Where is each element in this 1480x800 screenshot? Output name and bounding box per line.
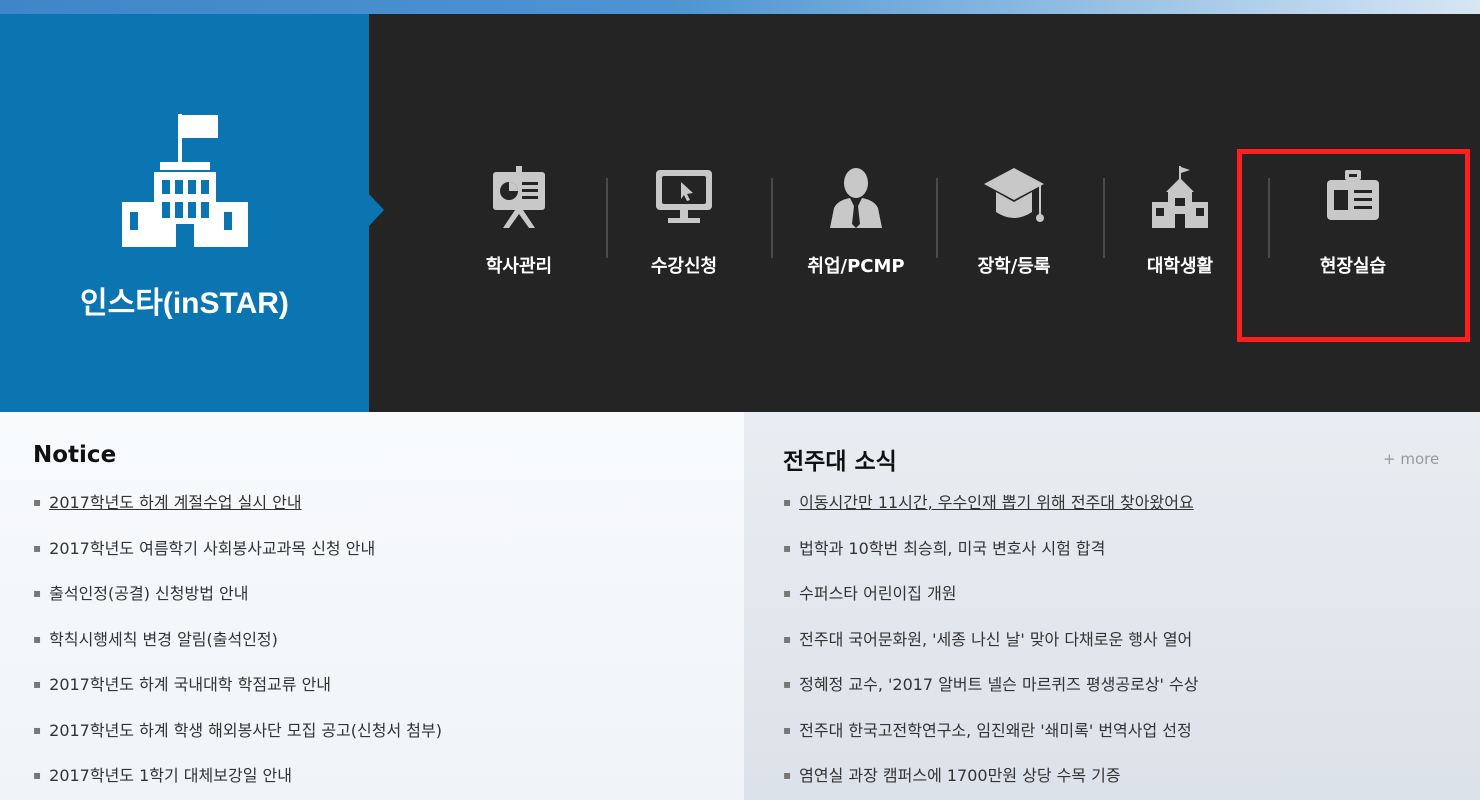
- menu-item-employment[interactable]: 취업/PCMP: [781, 154, 931, 294]
- notice-title: Notice: [33, 442, 117, 468]
- news-item[interactable]: 수퍼스타 어린이집 개원: [783, 580, 1198, 626]
- menu-label: 수강신청: [650, 256, 718, 277]
- person-suit-icon: [830, 168, 882, 228]
- news-item[interactable]: 법학과 10학번 최승희, 미국 변호사 시험 합격: [783, 535, 1198, 581]
- monitor-cursor-icon: [656, 170, 712, 223]
- notice-item[interactable]: 학칙시행세칙 변경 알림(출석인정): [33, 626, 442, 672]
- graduation-cap-icon: [984, 168, 1044, 222]
- notice-item[interactable]: 2017학년도 하계 계절수업 실시 안내: [33, 489, 442, 535]
- menu-divider: [771, 178, 773, 258]
- notice-item[interactable]: 2017학년도 여름학기 사회봉사교과목 신청 안내: [33, 535, 442, 581]
- school-building-icon: [1152, 166, 1208, 228]
- news-list: 이동시간만 11시간, 우수인재 뽑기 위해 전주대 찾아왔어요 법학과 10학…: [783, 489, 1198, 800]
- notice-list: 2017학년도 하계 계절수업 실시 안내 2017학년도 여름학기 사회봉사교…: [33, 489, 442, 800]
- brand-pointer-arrow: [369, 194, 384, 226]
- news-item[interactable]: 전주대 국어문화원, '세종 나신 날' 맞아 다채로운 행사 열어: [783, 626, 1198, 672]
- news-item[interactable]: 전주대 한국고전학연구소, 임진왜란 '쇄미록' 번역사업 선정: [783, 717, 1198, 763]
- content-area: Notice 2017학년도 하계 계절수업 실시 안내 2017학년도 여름학…: [0, 412, 1480, 800]
- menu-item-academic[interactable]: 학사관리: [444, 154, 594, 294]
- menu-label: 학사관리: [485, 256, 553, 277]
- menu-label: 장학/등록: [977, 256, 1051, 277]
- notice-item[interactable]: 2017학년도 1학기 대체보강일 안내: [33, 762, 442, 800]
- menu-label: 대학생활: [1146, 256, 1214, 277]
- news-item[interactable]: 정혜정 교수, '2017 알버트 넬슨 마르퀴즈 평생공로상' 수상: [783, 671, 1198, 717]
- top-browser-strip: [0, 0, 1480, 14]
- brand-panel[interactable]: 인스타(inSTAR): [0, 14, 369, 412]
- news-more-link[interactable]: + more: [1383, 450, 1439, 468]
- news-panel: 전주대 소식 이동시간만 11시간, 우수인재 뽑기 위해 전주대 찾아왔어요 …: [744, 412, 1480, 800]
- menu-divider: [936, 178, 938, 258]
- highlight-box: [1237, 149, 1470, 342]
- hero-banner: 인스타(inSTAR) 학사관리 수강신청 취업/PCMP 장학/등록 대학생활…: [0, 14, 1480, 412]
- notice-item[interactable]: 2017학년도 하계 국내대학 학점교류 안내: [33, 671, 442, 717]
- news-item[interactable]: 염연실 과장 캠퍼스에 1700만원 상당 수목 기증: [783, 762, 1198, 800]
- menu-item-registration[interactable]: 수강신청: [609, 154, 759, 294]
- menu-divider: [606, 178, 608, 258]
- notice-item[interactable]: 2017학년도 하계 학생 해외봉사단 모집 공고(신청서 첨부): [33, 717, 442, 763]
- notice-panel: Notice 2017학년도 하계 계절수업 실시 안내 2017학년도 여름학…: [0, 412, 744, 800]
- presentation-board-icon: [493, 166, 545, 228]
- notice-item[interactable]: 출석인정(공결) 신청방법 안내: [33, 580, 442, 626]
- brand-title: 인스타(inSTAR): [80, 287, 289, 320]
- school-building-flag-icon: [122, 114, 248, 247]
- news-title: 전주대 소식: [783, 449, 897, 475]
- menu-label: 취업/PCMP: [807, 256, 905, 277]
- menu-item-scholarship[interactable]: 장학/등록: [939, 154, 1089, 294]
- news-item[interactable]: 이동시간만 11시간, 우수인재 뽑기 위해 전주대 찾아왔어요: [783, 489, 1198, 535]
- menu-item-campus-life[interactable]: 대학생활: [1105, 154, 1255, 294]
